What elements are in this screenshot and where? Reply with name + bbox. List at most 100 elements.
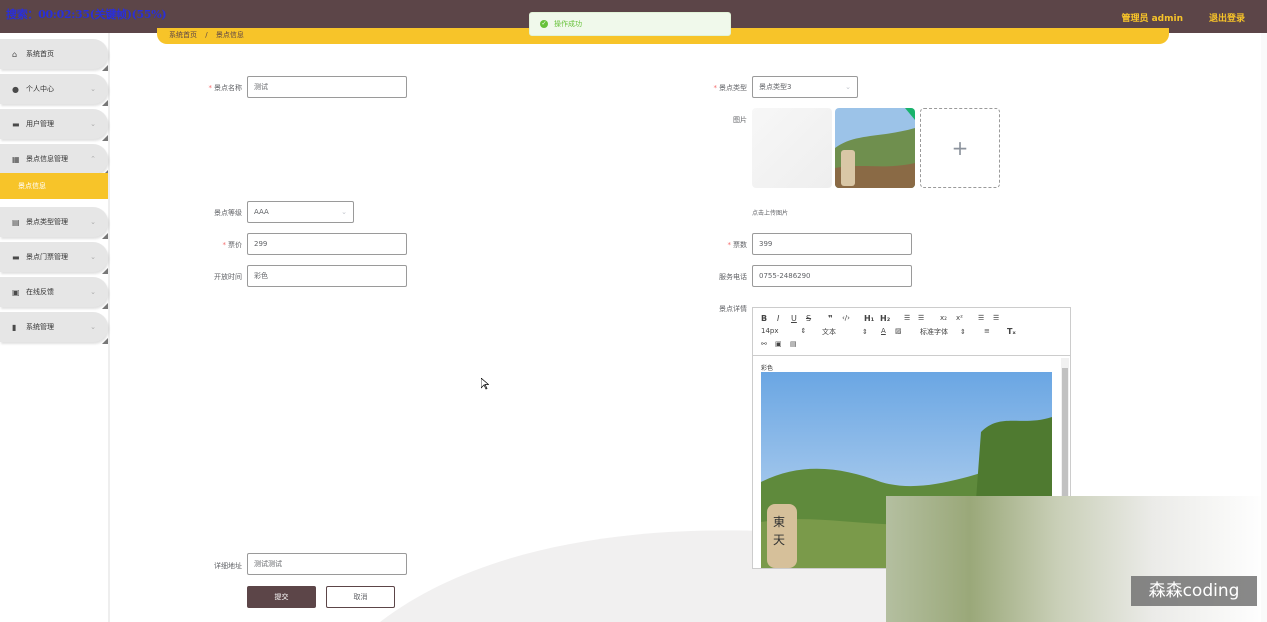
sidebar-item-label: 用户管理 xyxy=(26,120,54,128)
toast-message: 操作成功 xyxy=(554,20,582,28)
scenic-level-select[interactable]: AAA ⌄ xyxy=(247,201,354,223)
image-preview-faded xyxy=(752,108,832,188)
underline-icon[interactable]: U xyxy=(791,314,797,323)
sidebar-item-ticket[interactable]: ▬ 景点门票管理 ⌄ xyxy=(0,242,108,274)
scenic-level-label: 景点等级 xyxy=(214,209,242,217)
address-input[interactable]: 测试测试 xyxy=(247,553,407,575)
success-toast: ✓ 操作成功 xyxy=(529,12,731,36)
font-color-icon[interactable]: A xyxy=(881,327,886,335)
stone-inscription: 天 xyxy=(773,533,785,547)
upload-hint: 点击上传图片 xyxy=(752,210,789,217)
chevron-down-icon: ⌄ xyxy=(845,83,851,91)
sidebar-item-label: 景点门票管理 xyxy=(26,253,68,261)
text-type-select[interactable]: 文本 ⇕ xyxy=(822,327,868,337)
breadcrumb-separator: / xyxy=(205,31,208,39)
cancel-button[interactable]: 取消 xyxy=(326,586,395,608)
header-1-icon[interactable]: H₁ xyxy=(864,314,874,323)
bullet-list-icon[interactable]: ☰ xyxy=(918,314,924,322)
grid-icon: ▦ xyxy=(12,154,20,164)
chevron-down-icon: ⌄ xyxy=(90,218,96,226)
sidebar-item-label: 个人中心 xyxy=(26,85,54,93)
breadcrumb-home[interactable]: 系统首页 xyxy=(169,31,197,39)
editor-content-text: 彩色 xyxy=(761,365,774,372)
link-icon[interactable]: ⚯ xyxy=(761,340,767,348)
sidebar-item-system[interactable]: ▮ 系统管理 ⌄ xyxy=(0,312,108,344)
chevron-down-icon: ⌄ xyxy=(90,85,96,93)
outdent-icon[interactable]: ☰ xyxy=(978,314,984,322)
tickets-label: * 票数 xyxy=(727,241,748,249)
sidebar-item-scenic-type[interactable]: ▤ 景点类型管理 ⌄ xyxy=(0,207,108,239)
mouse-cursor-icon xyxy=(481,378,489,390)
submit-button[interactable]: 提交 xyxy=(247,586,316,608)
sidebar-item-label: 景点信息管理 xyxy=(26,155,68,163)
detail-label: 景点详情 xyxy=(719,305,747,313)
logout-button[interactable]: 退出登录 xyxy=(1209,11,1245,24)
users-icon: ▬ xyxy=(12,119,20,129)
plus-icon: + xyxy=(951,136,969,160)
video-overlay-text: 搜索：00:02:35(关键帧)(55%) xyxy=(6,8,167,21)
scenic-level-value: AAA xyxy=(254,208,269,216)
sidebar-item-feedback[interactable]: ▣ 在线反馈 ⌄ xyxy=(0,277,108,309)
video-icon[interactable]: ▤ xyxy=(790,340,797,348)
sidebar-item-label: 系统管理 xyxy=(26,323,54,331)
phone-input[interactable]: 0755-2486290 xyxy=(752,265,912,287)
superscript-icon[interactable]: x² xyxy=(956,314,963,322)
check-circle-icon: ✓ xyxy=(540,20,548,28)
sidebar-item-label: 系统首页 xyxy=(26,50,54,58)
sidebar-item-personal[interactable]: ● 个人中心 ⌄ xyxy=(0,74,108,106)
phone-label: 服务电话 xyxy=(719,273,747,281)
code-block-icon[interactable]: ‹/› xyxy=(842,314,850,322)
image-upload-button[interactable]: + xyxy=(920,108,1000,188)
sidebar-subitem-scenic-info[interactable]: 景点信息 xyxy=(0,173,108,199)
bold-icon[interactable]: B xyxy=(761,314,767,323)
sidebar-item-scenic-info[interactable]: ▦ 景点信息管理 ⌃ xyxy=(0,144,108,176)
feedback-icon: ▣ xyxy=(12,287,20,297)
scenic-type-select[interactable]: 景点类型3 ⌄ xyxy=(752,76,858,98)
subscript-icon[interactable]: x₂ xyxy=(940,314,947,322)
font-family-select[interactable]: 标准字体 ⇕ xyxy=(920,327,966,337)
chart-icon: ▮ xyxy=(12,322,17,332)
open-time-label: 开放时间 xyxy=(214,273,242,281)
header-2-icon[interactable]: H₂ xyxy=(880,314,890,323)
sidebar-item-users[interactable]: ▬ 用户管理 ⌄ xyxy=(0,109,108,141)
sidebar-item-label: 在线反馈 xyxy=(26,288,54,296)
clear-format-icon[interactable]: Tₓ xyxy=(1007,327,1016,336)
scenic-name-label: * 景点名称 xyxy=(208,84,243,92)
scenic-type-value: 景点类型3 xyxy=(759,83,792,91)
indent-icon[interactable]: ☰ xyxy=(993,314,999,322)
align-icon[interactable]: ≡ xyxy=(984,327,990,335)
address-label: 详细地址 xyxy=(214,562,242,570)
strikethrough-icon[interactable]: S xyxy=(806,314,811,323)
chevron-down-icon: ⌄ xyxy=(90,253,96,261)
uploaded-image-thumbnail[interactable] xyxy=(835,108,915,188)
editor-toolbar: B I U S ❞ ‹/› H₁ H₂ ☰ ☰ x₂ x² ☰ ☰ 14px ⇕ … xyxy=(753,308,1070,356)
stone-inscription: 東 xyxy=(773,515,785,529)
sidebar-item-label: 景点类型管理 xyxy=(26,218,68,226)
chevron-down-icon: ⌄ xyxy=(90,288,96,296)
scenic-type-label: * 景点类型 xyxy=(713,84,748,92)
italic-icon[interactable]: I xyxy=(777,314,779,323)
breadcrumb-current: 景点信息 xyxy=(215,31,244,39)
page-scrollbar[interactable] xyxy=(1261,33,1267,622)
sidebar: ⌂ 系统首页 ● 个人中心 ⌄ ▬ 用户管理 ⌄ ▦ 景点信息管理 ⌃ 景点信息… xyxy=(0,33,110,622)
price-input[interactable]: 299 xyxy=(247,233,407,255)
chevron-down-icon: ⌄ xyxy=(341,208,347,216)
home-icon: ⌂ xyxy=(12,49,18,59)
ticket-icon: ▬ xyxy=(12,252,20,262)
tickets-input[interactable]: 399 xyxy=(752,233,912,255)
watermark: 森森coding xyxy=(1131,576,1257,606)
image-icon[interactable]: ▣ xyxy=(775,340,782,348)
background-color-icon[interactable]: ▨ xyxy=(895,327,902,335)
open-time-input[interactable]: 彩色 xyxy=(247,265,407,287)
category-icon: ▤ xyxy=(12,217,20,227)
user-icon: ● xyxy=(12,84,19,94)
blockquote-icon[interactable]: ❞ xyxy=(828,314,833,323)
font-size-select[interactable]: 14px ⇕ xyxy=(761,327,806,335)
chevron-down-icon: ⌄ xyxy=(90,323,96,331)
chevron-down-icon: ⌄ xyxy=(90,120,96,128)
price-label: * 票价 xyxy=(222,241,243,249)
scenic-name-input[interactable]: 测试 xyxy=(247,76,407,98)
image-label: 图片 xyxy=(733,116,747,124)
ordered-list-icon[interactable]: ☰ xyxy=(904,314,910,322)
sidebar-item-home[interactable]: ⌂ 系统首页 xyxy=(0,39,108,71)
